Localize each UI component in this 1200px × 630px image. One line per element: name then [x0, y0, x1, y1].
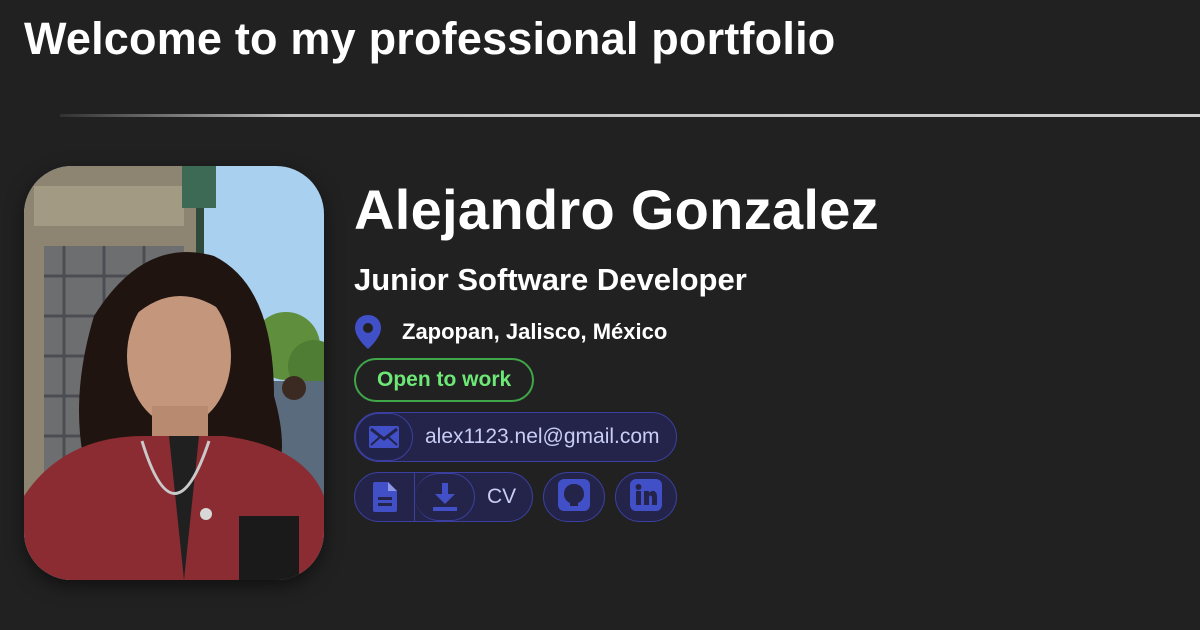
mail-icon	[355, 413, 413, 461]
cv-label: CV	[487, 485, 517, 508]
location-text: Zapopan, Jalisco, México	[402, 319, 668, 344]
welcome-heading: Welcome to my professional portfolio	[24, 13, 836, 64]
linkedin-button[interactable]	[615, 472, 678, 522]
download-icon[interactable]	[415, 473, 475, 521]
portfolio-page: Welcome to my professional portfolio Ale…	[0, 0, 1200, 630]
profile-role: Junior Software Developer	[354, 262, 747, 297]
location-pin-icon	[354, 312, 390, 352]
document-icon[interactable]	[355, 473, 415, 521]
email-text: alex1123.nel@gmail.com	[425, 425, 660, 448]
linkedin-icon	[629, 478, 663, 517]
header-divider	[60, 114, 1200, 117]
profile-info: Alejandro Gonzalez Junior Software Devel…	[354, 176, 879, 522]
cv-button-group: CV	[354, 472, 534, 522]
profile-name: Alejandro Gonzalez	[354, 178, 880, 241]
github-icon	[557, 478, 591, 517]
github-button[interactable]	[543, 472, 606, 522]
links-row: CV	[354, 472, 879, 522]
profile-photo	[24, 166, 324, 580]
email-link[interactable]: alex1123.nel@gmail.com	[354, 412, 677, 462]
status-badge: Open to work	[354, 358, 535, 402]
location-row: Zapopan, Jalisco, México	[354, 312, 879, 352]
